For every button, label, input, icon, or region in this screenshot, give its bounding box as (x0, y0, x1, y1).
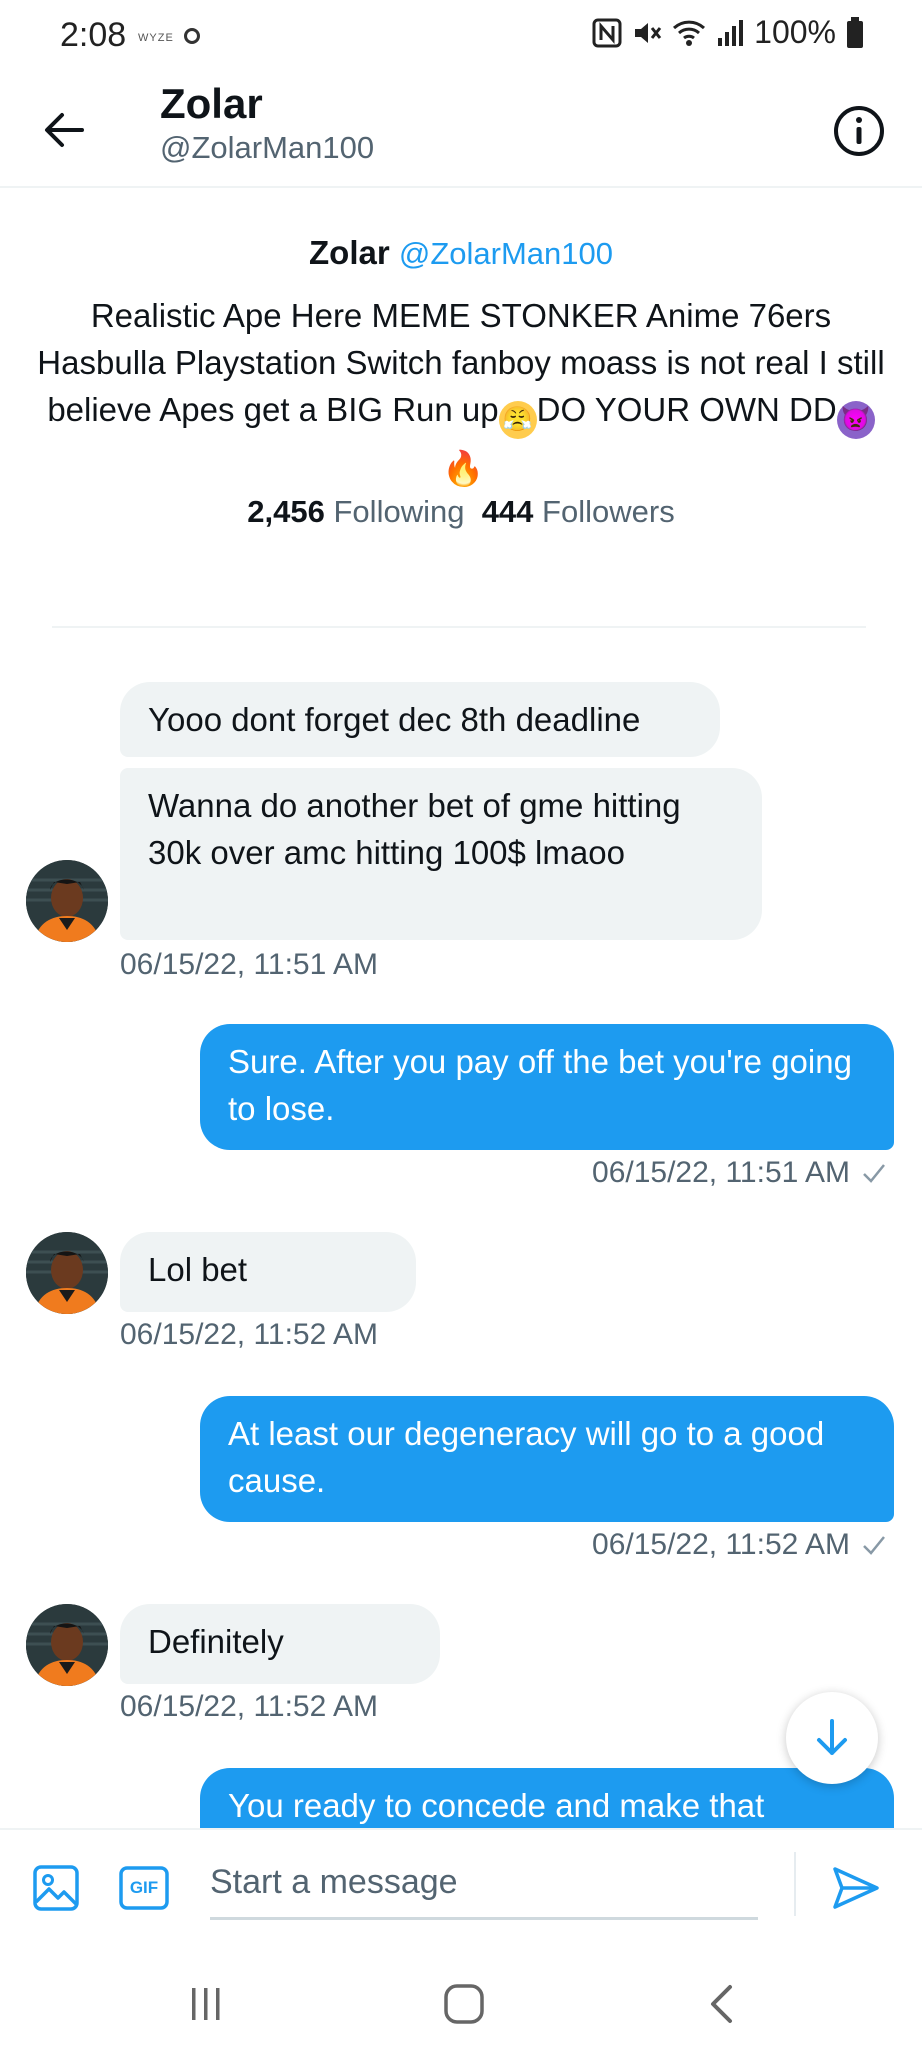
message-meta-outgoing: 06/15/22, 11:51 AM (592, 1156, 886, 1190)
partial-message-clip: You ready to concede and make that (0, 1760, 922, 1828)
avatar-image (26, 1232, 108, 1314)
avatar[interactable] (26, 1604, 108, 1686)
message-bubble-outgoing[interactable]: Sure. After you pay off the bet you're g… (200, 1024, 894, 1150)
info-icon (834, 106, 884, 156)
home-icon (444, 1984, 484, 2024)
avatar-image (26, 1604, 108, 1686)
following-count: 2,456 (247, 494, 325, 529)
profile-handle: @ZolarMan100 (398, 236, 613, 271)
home-button[interactable] (424, 1976, 504, 2032)
header-name[interactable]: Zolar (160, 80, 263, 128)
message-composer: GIF (0, 1828, 922, 1958)
message-bubble-incoming[interactable]: Definitely (120, 1604, 440, 1684)
profile-bio-text-2: DO YOUR OWN DD (536, 391, 837, 428)
back-button[interactable] (32, 98, 96, 162)
steam-face-emoji-icon: 😤 (498, 401, 537, 439)
nfc-icon (592, 18, 622, 47)
message-timestamp: 06/15/22, 11:52 AM (120, 1690, 378, 1723)
profile-stats: 2,456 Following 444 Followers (0, 494, 922, 530)
following-link[interactable]: 2,456 Following (247, 494, 464, 529)
ring-icon (184, 28, 200, 44)
recent-apps-icon (192, 1988, 220, 2020)
battery-percent: 100% (754, 14, 836, 50)
profile-name-line[interactable]: Zolar @ZolarMan100 (0, 234, 922, 272)
image-icon (33, 1865, 79, 1911)
message-meta-outgoing: 06/15/22, 11:52 AM (592, 1528, 886, 1562)
devil-emoji-icon: 👿 (836, 401, 875, 439)
message-timestamp: 06/15/22, 11:51 AM (592, 1156, 850, 1189)
signal-icon (718, 19, 744, 46)
followers-link[interactable]: 444 Followers (482, 494, 675, 529)
avatar[interactable] (26, 1232, 108, 1314)
status-bar: 2:08 WYZE 100% (0, 0, 922, 76)
mute-icon (635, 22, 662, 43)
divider (52, 626, 866, 628)
profile-name: Zolar (309, 234, 390, 271)
gif-button[interactable]: GIF (114, 1858, 174, 1918)
scroll-to-bottom-button[interactable] (786, 1692, 878, 1784)
send-icon (833, 1867, 879, 1909)
gif-label: GIF (129, 1878, 159, 1897)
system-back-button[interactable] (682, 1976, 762, 2032)
back-arrow-icon (45, 113, 84, 147)
message-timestamp: 06/15/22, 11:52 AM (592, 1528, 850, 1561)
wifi-icon (673, 20, 706, 46)
fire-emoji-icon: 🔥 (442, 450, 485, 488)
message-bubble-incoming[interactable]: Yooo dont forget dec 8th deadline (120, 682, 720, 757)
message-bubble-outgoing[interactable]: At least our degeneracy will go to a goo… (200, 1396, 894, 1522)
system-navigation-bar (0, 1958, 922, 2048)
chevron-left-icon (711, 1985, 732, 2023)
status-icons: 100% (592, 14, 864, 51)
profile-summary: Zolar @ZolarMan100 Realistic Ape Here ME… (0, 188, 922, 628)
message-bubble-incoming[interactable]: Lol bet (120, 1232, 416, 1312)
status-time: 2:08 (60, 16, 127, 54)
info-button[interactable] (824, 96, 894, 166)
conversation-header: Zolar @ZolarMan100 (0, 76, 922, 188)
followers-count: 444 (481, 494, 534, 529)
message-timestamp: 06/15/22, 11:52 AM (120, 1318, 378, 1351)
battery-icon (847, 16, 863, 48)
checkmark-icon (863, 1536, 885, 1555)
message-timestamp: 06/15/22, 11:51 AM (120, 948, 378, 981)
recent-apps-button[interactable] (166, 1976, 246, 2032)
divider (794, 1852, 796, 1916)
message-bubble-incoming[interactable]: Wanna do another bet of gme hitting 30k … (120, 768, 762, 940)
status-carrier: WYZE (138, 32, 174, 44)
send-button[interactable] (826, 1858, 886, 1918)
checkmark-icon (863, 1164, 885, 1183)
avatar[interactable] (26, 860, 108, 942)
following-label: Following (333, 494, 465, 529)
message-input[interactable] (210, 1848, 758, 1920)
avatar-image (26, 860, 108, 942)
arrow-down-icon (817, 1719, 847, 1755)
followers-label: Followers (542, 494, 675, 529)
header-handle[interactable]: @ZolarMan100 (160, 130, 374, 166)
message-bubble-outgoing[interactable]: You ready to concede and make that (200, 1768, 894, 1828)
image-button[interactable] (26, 1858, 86, 1918)
profile-bio: Realistic Ape Here MEME STONKER Anime 76… (36, 292, 886, 488)
